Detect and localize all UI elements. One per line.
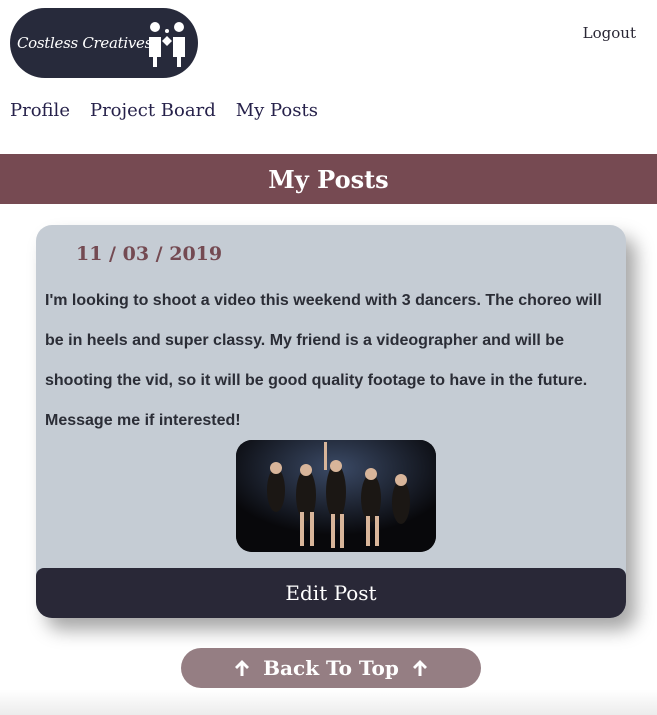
logout-link[interactable]: Logout: [583, 24, 636, 42]
arrow-up-icon: [412, 660, 427, 676]
nav-my-posts[interactable]: My Posts: [236, 100, 318, 121]
logo-text: Costless Creatives: [17, 34, 153, 52]
edit-post-button[interactable]: Edit Post: [36, 568, 626, 618]
post-text: I'm looking to shoot a video this weeken…: [45, 292, 602, 429]
dancers-photo-icon: [236, 440, 436, 552]
back-to-top-label: Back To Top: [263, 656, 399, 680]
main-nav: Profile Project Board My Posts: [10, 100, 318, 121]
nav-project-board[interactable]: Project Board: [90, 100, 216, 121]
post-image: [236, 440, 436, 552]
nav-profile[interactable]: Profile: [10, 100, 70, 121]
page-title: My Posts: [268, 164, 389, 194]
people-icon: [149, 22, 185, 67]
post-date: 11 / 03 / 2019: [76, 243, 223, 265]
post-card: 11 / 03 / 2019 I'm looking to shoot a vi…: [36, 225, 626, 618]
page-title-banner: My Posts: [0, 154, 657, 204]
logo[interactable]: Costless Creatives: [10, 8, 198, 78]
back-to-top-button[interactable]: Back To Top: [181, 648, 481, 688]
arrow-up-icon: [235, 660, 250, 676]
footer-fade: [0, 690, 657, 715]
